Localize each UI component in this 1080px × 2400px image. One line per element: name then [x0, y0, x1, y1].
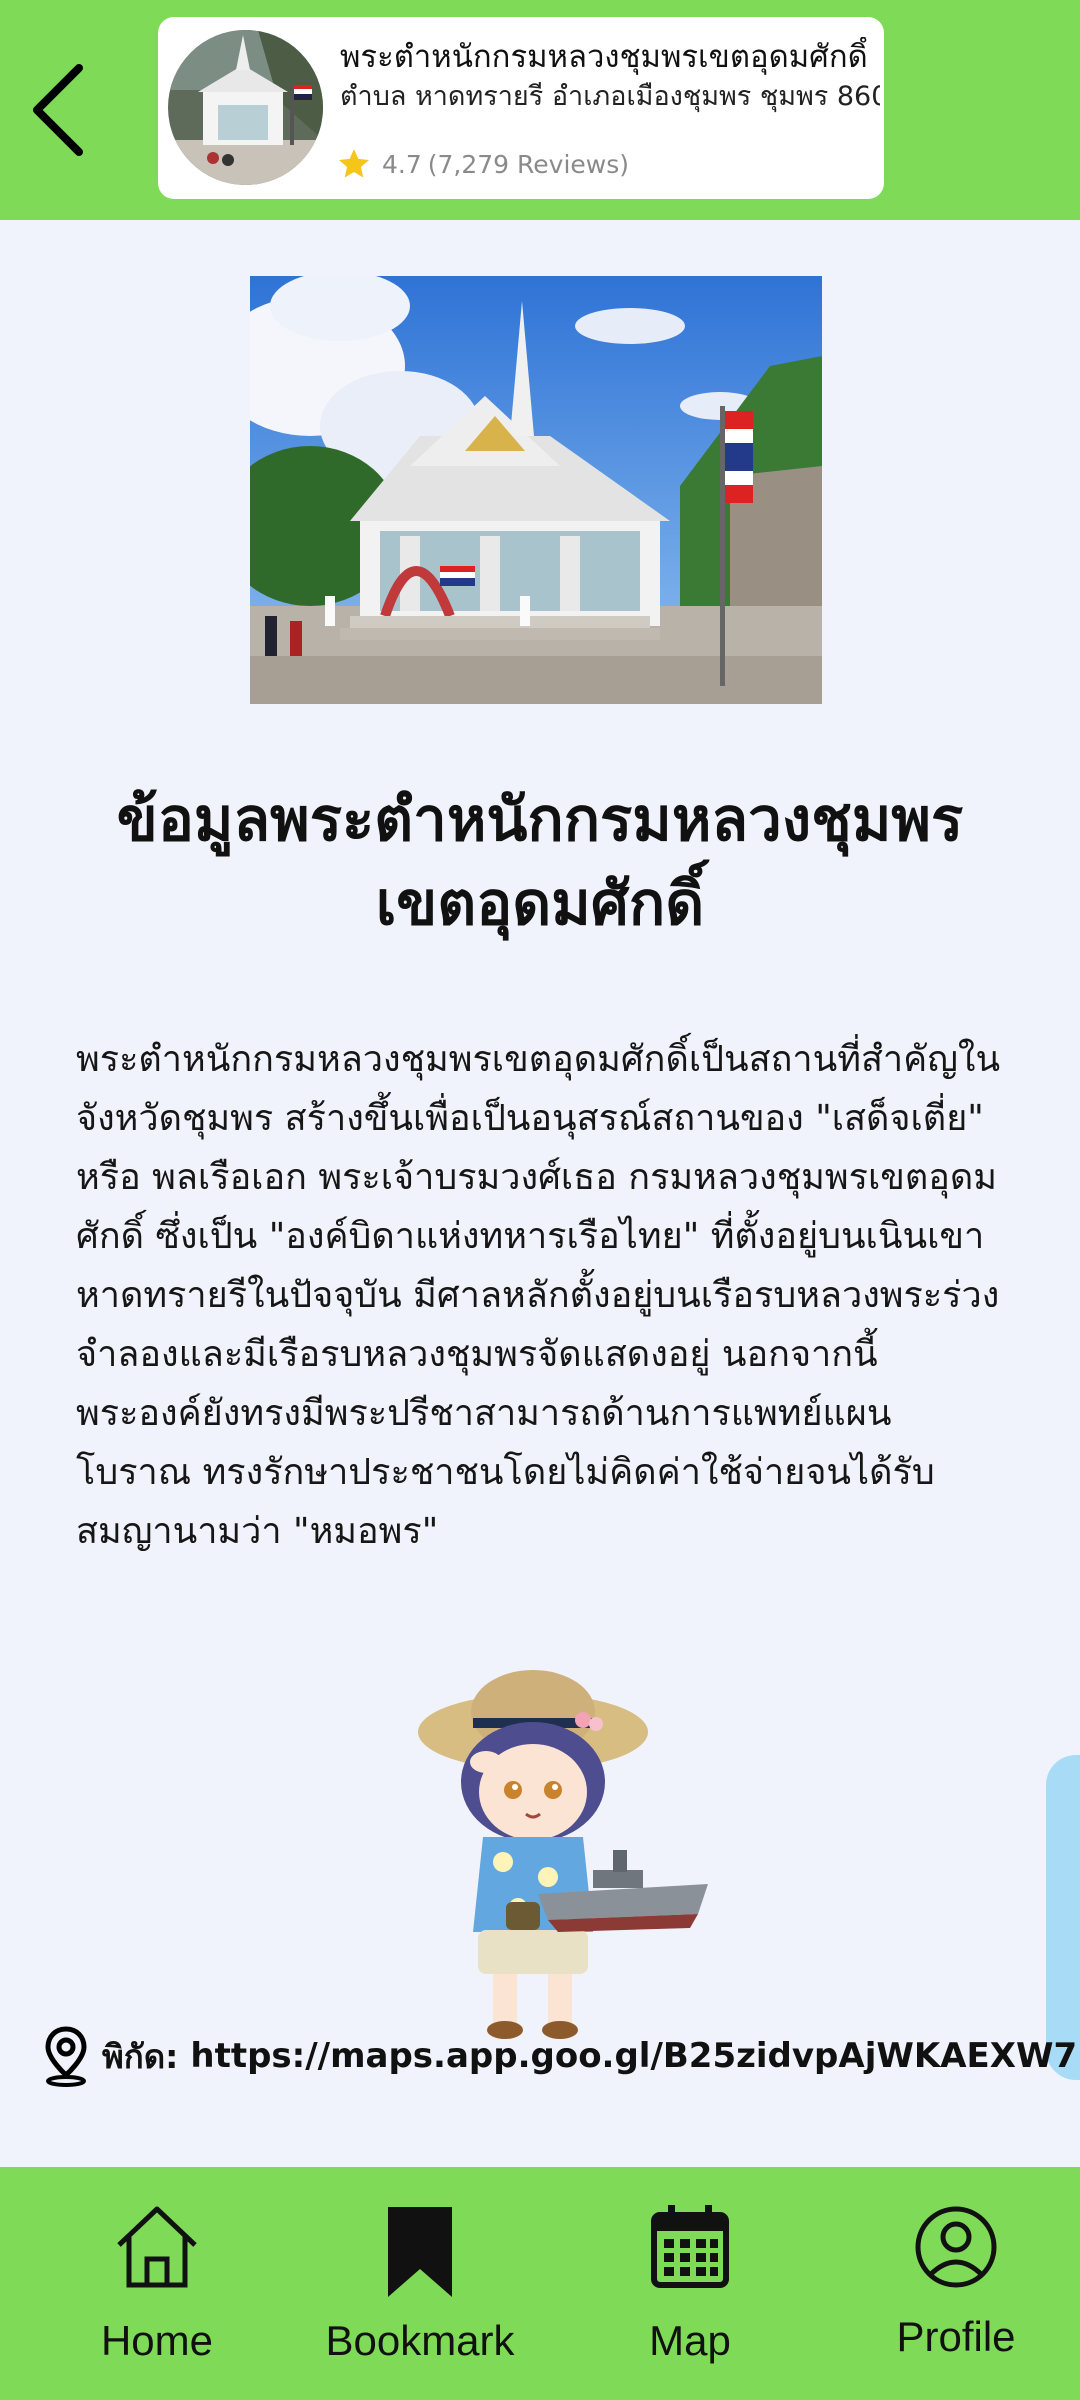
place-description: พระตำหนักกรมหลวงชุมพรเขตอุดมศักดิ์เป็นสถ… [76, 1039, 1001, 1552]
location-pin-icon [45, 2026, 87, 2087]
nav-map-label: Map [649, 2317, 731, 2364]
home-icon [117, 2206, 197, 2288]
profile-icon [915, 2206, 997, 2288]
title-line-2: เขตอุดมศักดิ์ [375, 869, 705, 939]
rating-value: 4.7 [382, 149, 422, 179]
nav-home[interactable]: Home [47, 2167, 267, 2400]
location-row: พิกัด: https://maps.app.goo.gl/B25zidvpA… [44, 2022, 1077, 2090]
calendar-icon [651, 2205, 729, 2288]
place-photo [250, 276, 822, 704]
nav-profile-label: Profile [896, 2313, 1016, 2360]
nav-profile[interactable]: Profile [846, 2167, 1066, 2400]
place-thumbnail [168, 30, 323, 185]
nav-bookmark-label: Bookmark [325, 2317, 515, 2364]
page-title: ข้อมูลพระตำหนักกรมหลวงชุมพร เขตอุดมศักดิ… [40, 778, 1040, 946]
star-icon [339, 149, 369, 178]
mascot-illustration [418, 1662, 718, 2042]
rating-row: 4.7 (7,279 Reviews) [336, 144, 629, 184]
top-bar: พระตำหนักกรมหลวงชุมพรเขตอุดมศักดิ์ ตำบล … [0, 0, 1080, 220]
bookmark-icon [388, 2207, 452, 2297]
review-count: (7,279 Reviews) [427, 149, 630, 179]
nav-bookmark[interactable]: Bookmark [310, 2167, 530, 2400]
nav-home-label: Home [100, 2317, 214, 2364]
title-line-1: ข้อมูลพระตำหนักกรมหลวงชุมพร [116, 785, 964, 855]
chevron-left-icon [33, 64, 83, 156]
place-name: พระตำหนักกรมหลวงชุมพรเขตอุดมศักดิ์ [340, 39, 868, 75]
place-card[interactable]: พระตำหนักกรมหลวงชุมพรเขตอุดมศักดิ์ ตำบล … [158, 17, 884, 199]
bottom-nav: Home Bookmark Map Profile [0, 2167, 1080, 2400]
place-address: ตำบล หาดทรายรี อำเภอเมืองชุมพร ชุมพร 860… [340, 81, 880, 112]
nav-map[interactable]: Map [580, 2167, 800, 2400]
map-link[interactable]: https://maps.app.goo.gl/B25zidvpAjWKAEXW… [190, 2036, 1077, 2076]
coordinates-label: พิกัด: [102, 2036, 179, 2076]
back-button[interactable] [14, 50, 104, 170]
